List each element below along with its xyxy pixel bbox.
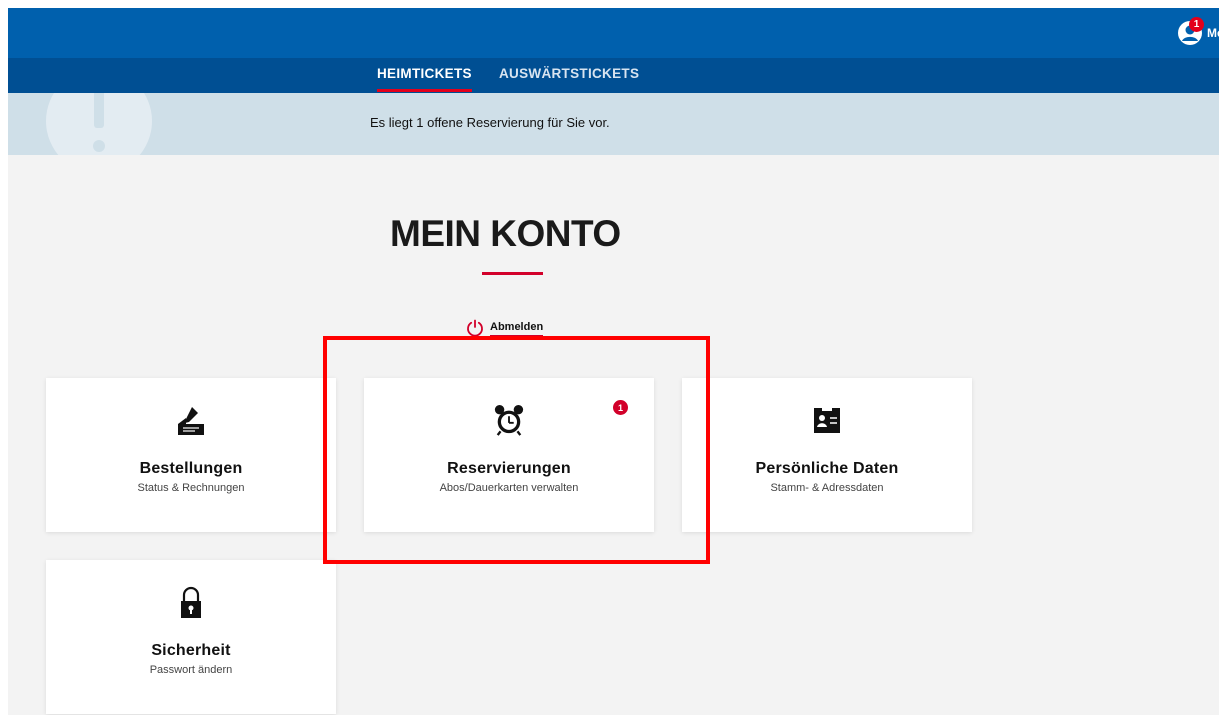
reservation-count-badge: 1 bbox=[613, 400, 628, 415]
contact-card-icon bbox=[811, 404, 843, 436]
notice-text: Es liegt 1 offene Reservierung für Sie v… bbox=[370, 115, 610, 130]
reservation-notice: Es liegt 1 offene Reservierung für Sie v… bbox=[8, 93, 1219, 155]
user-menu[interactable]: 1 Mein Konto bbox=[1177, 17, 1219, 48]
card-sicherheit[interactable]: Sicherheit Passwort ändern bbox=[46, 560, 336, 714]
ticket-nav: HEIMTICKETS AUSWÄRTSTICKETS bbox=[8, 58, 1219, 93]
card-title: Bestellungen bbox=[139, 460, 243, 477]
title-divider bbox=[482, 272, 543, 275]
user-menu-label[interactable]: Mein Konto bbox=[1207, 26, 1219, 40]
power-icon bbox=[467, 319, 483, 337]
logout-label: Abmelden bbox=[490, 320, 544, 337]
tab-heimtickets[interactable]: HEIMTICKETS bbox=[377, 58, 472, 93]
user-account-icon[interactable]: 1 bbox=[1177, 17, 1204, 46]
top-bar: 1 Mein Konto bbox=[8, 8, 1219, 58]
lock-icon bbox=[175, 586, 207, 618]
card-title: Persönliche Daten bbox=[755, 460, 899, 477]
page-frame: 1 Mein Konto HEIMTICKETS AUSWÄRTSTICKETS… bbox=[8, 8, 1219, 715]
card-subtitle: Abos/Dauerkarten verwalten bbox=[439, 482, 579, 494]
card-bestellungen[interactable]: Bestellungen Status & Rechnungen bbox=[46, 378, 336, 532]
page-title: MEIN KONTO bbox=[390, 213, 621, 254]
card-subtitle: Passwort ändern bbox=[149, 664, 233, 676]
exclamation-icon bbox=[46, 93, 152, 155]
signature-icon bbox=[175, 404, 207, 436]
alarm-clock-icon bbox=[493, 404, 525, 436]
tab-auswaertstickets[interactable]: AUSWÄRTSTICKETS bbox=[499, 58, 639, 93]
card-subtitle: Stamm- & Adressdaten bbox=[770, 482, 884, 494]
card-subtitle: Status & Rechnungen bbox=[137, 482, 245, 494]
user-notification-badge: 1 bbox=[1189, 17, 1204, 32]
card-title: Sicherheit bbox=[151, 642, 231, 659]
card-title: Reservierungen bbox=[447, 460, 571, 477]
card-reservierungen[interactable]: 1 Reservierungen Abos/Dauerkarten verwal… bbox=[364, 378, 654, 532]
logout-link[interactable]: Abmelden bbox=[466, 318, 544, 338]
card-persoenliche-daten[interactable]: Persönliche Daten Stamm- & Adressdaten bbox=[682, 378, 972, 532]
